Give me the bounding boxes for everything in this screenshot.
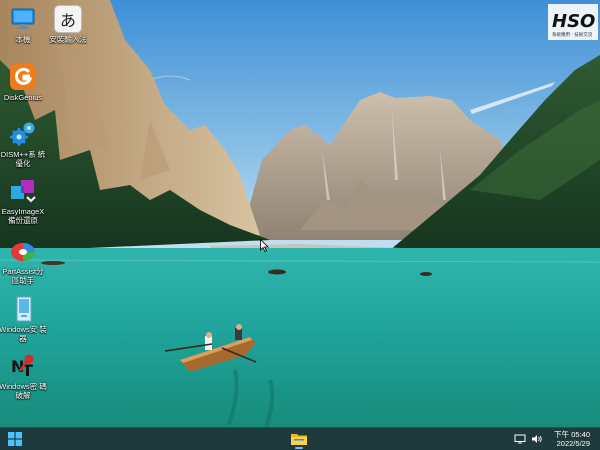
desktop-icon-this-pc[interactable]: 本機 <box>0 5 46 44</box>
desktop-icon-label: PartAssist分 區助手 <box>2 267 44 285</box>
gears-icon <box>10 122 35 146</box>
desktop-icon-label: EasyImageX 備份還原 <box>1 207 45 225</box>
desktop-icon-windows-password[interactable]: N T Windows密 碼破解 <box>0 352 47 400</box>
active-indicator <box>295 447 303 449</box>
windows-logo-icon <box>8 432 22 446</box>
file-explorer-icon <box>291 434 307 445</box>
easyimagex-icon <box>11 180 36 203</box>
desktop-icon-label: 安裝輸入法 <box>49 35 87 44</box>
mouse-cursor-icon <box>260 239 269 252</box>
clock-date: 2022/5/29 <box>556 439 590 448</box>
desktop-icon-partassist[interactable]: PartAssist分 區助手 <box>0 237 46 285</box>
desktop-icon-label: DiskGenius <box>3 93 43 102</box>
computer-icon <box>11 8 35 29</box>
desktop-icon-easyimagex[interactable]: EasyImageX 備份還原 <box>0 177 46 225</box>
desktop-icon-label: Windows密 碼破解 <box>0 382 47 400</box>
desktop-icon-label: DISM++系 統優化 <box>0 150 46 168</box>
system-tray: 下午 05:40 2022/5/29 <box>514 428 600 450</box>
nt-password-icon: N T <box>11 354 34 380</box>
diskgenius-icon <box>10 64 36 90</box>
partassist-icon <box>11 243 35 261</box>
taskbar-clock[interactable]: 下午 05:40 2022/5/29 <box>554 430 590 449</box>
taskbar: 下午 05:40 2022/5/29 <box>0 427 600 450</box>
volume-icon[interactable] <box>531 433 543 445</box>
hso-logo-subtext: 系統應用 · 技術交流 <box>552 31 593 38</box>
desktop-icon-label: Windows安 裝器 <box>0 325 47 343</box>
desktop-icon-label: 本機 <box>15 35 31 44</box>
clock-time: 下午 05:40 <box>554 429 590 439</box>
windows-installer-icon <box>16 296 32 322</box>
desktop-icon-dism[interactable]: DISM++系 統優化 <box>0 120 46 168</box>
hso-logo-text: HSO <box>552 11 595 32</box>
network-icon[interactable] <box>514 433 526 445</box>
hso-logo: HSO 系統應用 · 技術交流 <box>548 4 598 40</box>
desktop-icon-windows-installer[interactable]: Windows安 裝器 <box>0 295 47 343</box>
start-button[interactable] <box>5 430 25 448</box>
desktop-wallpaper <box>0 0 600 427</box>
desktop-icon-install-ime[interactable]: あ 安裝輸入法 <box>45 5 91 44</box>
desktop-icon-diskgenius[interactable]: DiskGenius <box>0 63 46 102</box>
taskbar-file-explorer-button[interactable] <box>288 429 310 449</box>
ime-icon: あ <box>54 5 82 33</box>
